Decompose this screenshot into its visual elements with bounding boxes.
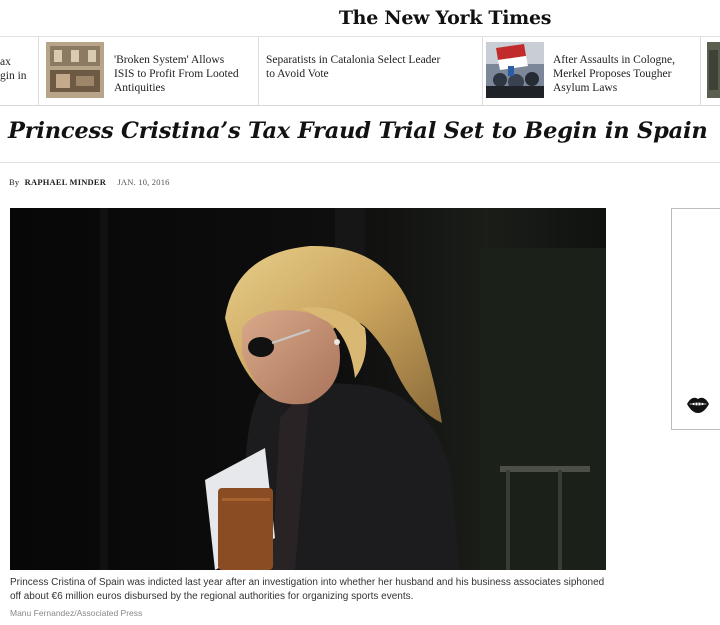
strip-divider [258, 37, 259, 105]
related-story-partial[interactable]: ax gin in [0, 37, 36, 105]
related-stories-strip: ax gin in 'Broken System' Allows ISIS to… [0, 37, 720, 106]
story-headline-line: 'Broken System' Allows [114, 54, 225, 66]
photo-caption: Princess Cristina of Spain was indicted … [10, 577, 605, 602]
related-story-catalonia[interactable]: Separatists in Catalonia Select Leader t… [266, 37, 480, 105]
masthead: The New York Times [0, 0, 720, 37]
story-headline-line: After Assaults in Cologne, [553, 54, 676, 66]
publish-date: JAN. 10, 2016 [117, 177, 170, 187]
strip-divider [482, 37, 483, 105]
story-thumbnail-image [486, 42, 544, 98]
story-headline-line: Merkel Proposes Tougher [553, 68, 672, 80]
strip-divider [38, 37, 39, 105]
nyt-logo[interactable]: The New York Times [339, 7, 552, 29]
story-headline-line: to Avoid Vote [266, 68, 329, 80]
advertisement-box[interactable] [671, 208, 720, 430]
related-story-isis-antiquities[interactable]: 'Broken System' Allows ISIS to Profit Fr… [46, 37, 256, 105]
related-story-merkel-asylum[interactable]: After Assaults in Cologne, Merkel Propos… [486, 37, 698, 105]
byline: By RAPHAEL MINDER JAN. 10, 2016 [9, 177, 170, 187]
story-headline-line: Antiquities [114, 82, 166, 94]
story-thumbnail-image [46, 42, 104, 98]
lips-icon [687, 397, 709, 413]
story-headline-line: Asylum Laws [553, 82, 618, 94]
author-link[interactable]: RAPHAEL MINDER [25, 177, 106, 187]
photo-credit: Manu Fernandez/Associated Press [10, 608, 143, 618]
story-headline-line: Separatists in Catalonia Select Leader [266, 54, 441, 66]
story-thumbnail-image[interactable] [707, 42, 720, 98]
story-headline-line: gin in [0, 70, 27, 82]
headline-divider [0, 162, 720, 163]
lead-photo[interactable] [10, 208, 606, 570]
story-headline-line: ISIS to Profit From Looted [114, 68, 239, 80]
article-headline: Princess Cristina’s Tax Fraud Trial Set … [8, 118, 708, 144]
lead-photo-image [10, 208, 606, 570]
strip-divider [700, 37, 701, 105]
story-headline-line: ax [0, 56, 11, 68]
byline-prefix: By [9, 177, 20, 187]
